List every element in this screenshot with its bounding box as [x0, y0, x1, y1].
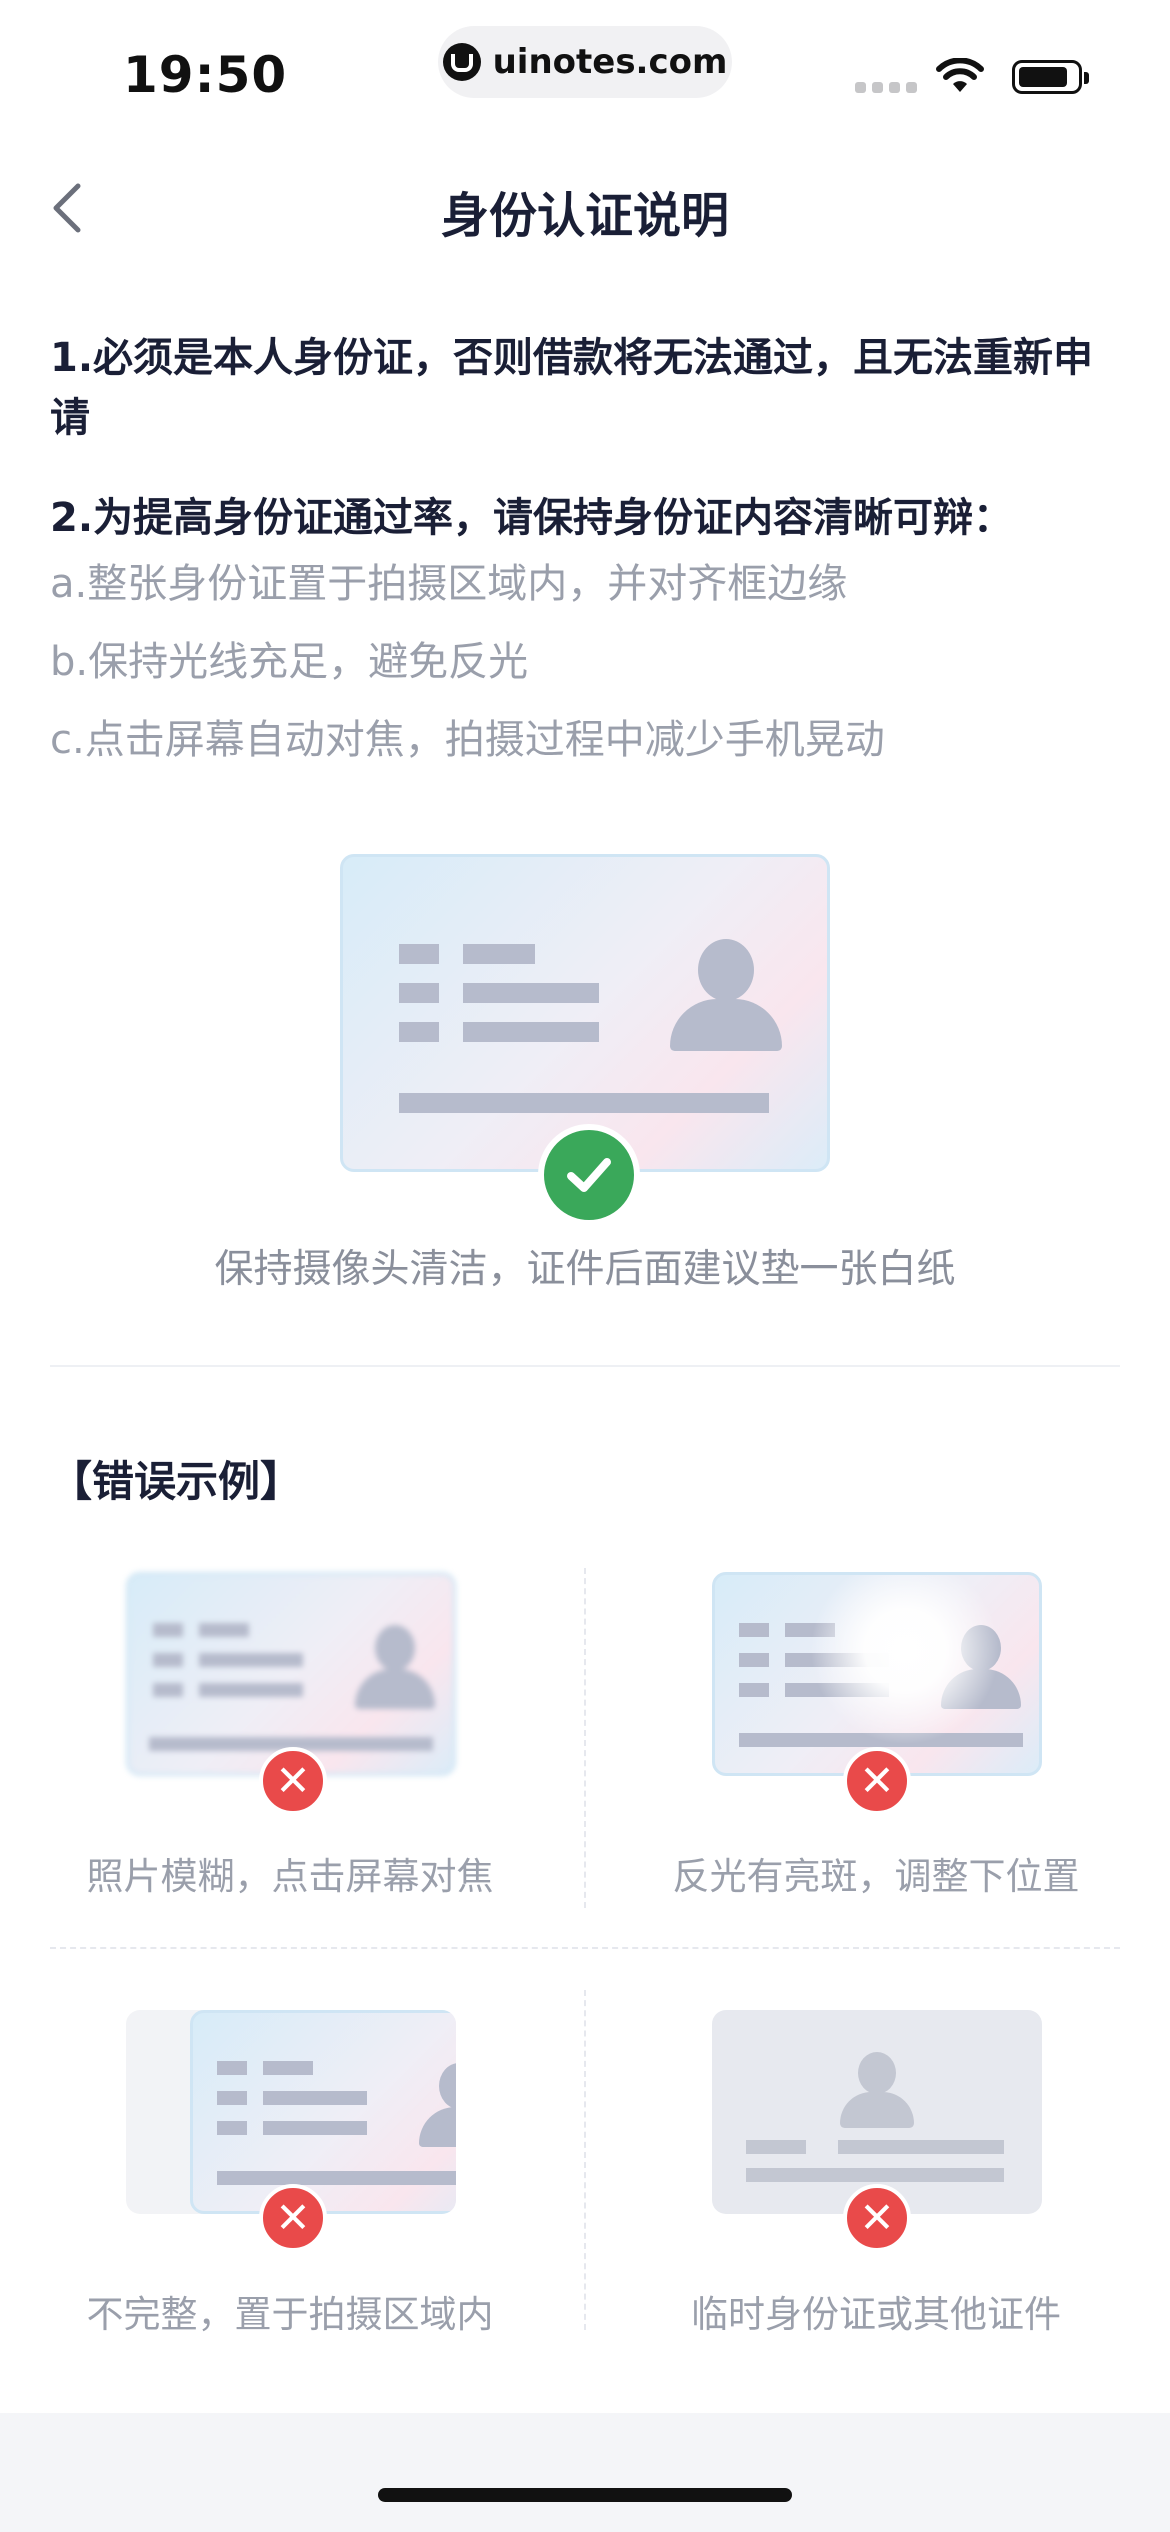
divider — [50, 1365, 1120, 1367]
cellular-signal-icon — [855, 82, 917, 93]
grid-divider-vertical-top — [584, 1568, 586, 1908]
id-card-illustration-incomplete — [190, 2010, 456, 2214]
home-indicator[interactable] — [378, 2488, 792, 2502]
error-caption-1: 照片模糊，点击屏幕对焦 — [86, 1855, 494, 1898]
rule-2: 2.为提高身份证通过率，请保持身份证内容清晰可辩： — [50, 495, 1014, 541]
id-card-illustration-glare — [712, 1572, 1042, 1776]
bottom-safe-area — [0, 2413, 1170, 2532]
tip-b: b.保持光线充足，避免反光 — [50, 639, 529, 685]
grid-divider-vertical-bottom — [584, 1990, 586, 2330]
site-logo-icon — [442, 43, 481, 81]
battery-icon — [1012, 60, 1089, 94]
grid-divider-horizontal — [50, 1947, 1120, 1949]
error-close-icon-2: ✕ — [843, 1747, 911, 1815]
good-example-caption: 保持摄像头清洁，证件后面建议垫一张白纸 — [214, 1247, 956, 1292]
glare-spot — [810, 1575, 1000, 1745]
avatar-silhouette-icon — [698, 939, 754, 1001]
error-close-icon-3: ✕ — [259, 2184, 327, 2252]
wifi-icon — [936, 58, 984, 92]
site-url: uinotes.com — [492, 42, 728, 82]
error-section-title: 【错误示例】 — [50, 1457, 303, 1506]
error-caption-3: 不完整，置于拍摄区域内 — [86, 2293, 494, 2336]
status-time: 19:50 — [123, 46, 288, 104]
url-pill[interactable]: uinotes.com — [438, 26, 732, 98]
id-card-illustration-blurry — [126, 1572, 456, 1776]
tip-a: a.整张身份证置于拍摄区域内，并对齐框边缘 — [50, 561, 848, 607]
error-close-icon-1: ✕ — [259, 1747, 327, 1815]
rule-1: 1.必须是本人身份证，否则借款将无法通过，且无法重新申请 — [50, 335, 1094, 441]
tip-c: c.点击屏幕自动对焦，拍摄过程中减少手机晃动 — [50, 717, 885, 763]
page-title: 身份认证说明 — [440, 188, 729, 244]
error-close-icon-4: ✕ — [843, 2184, 911, 2252]
check-icon — [538, 1124, 640, 1226]
error-caption-4: 临时身份证或其他证件 — [691, 2293, 1061, 2336]
error-caption-2: 反光有亮斑，调整下位置 — [672, 1855, 1080, 1898]
